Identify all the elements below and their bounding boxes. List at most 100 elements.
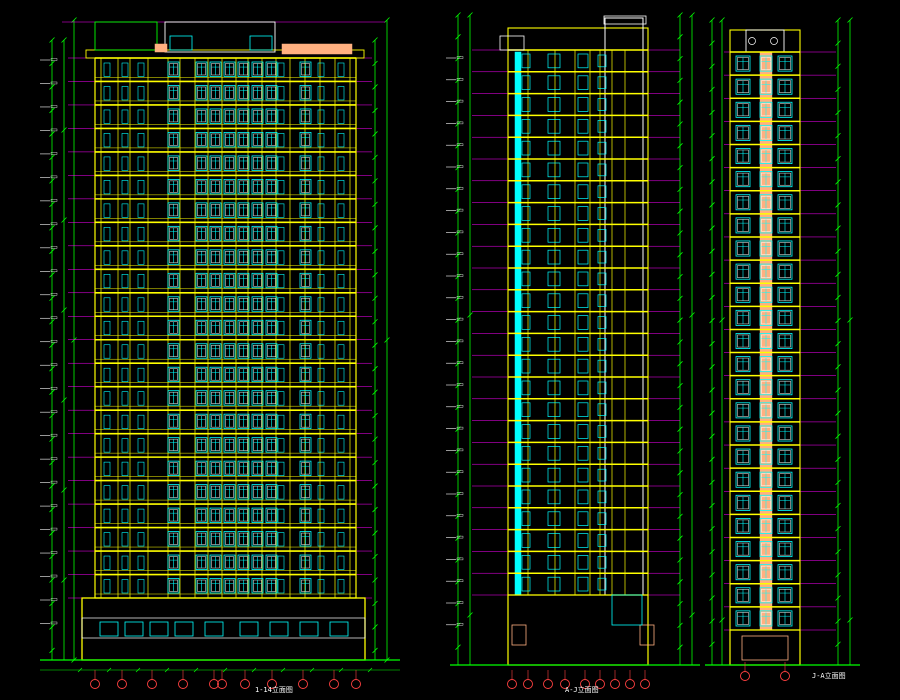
window-unit <box>237 484 250 500</box>
axis-bubble <box>640 679 650 689</box>
small-window <box>121 555 129 570</box>
small-window <box>337 109 345 124</box>
window-unit <box>223 531 236 547</box>
small-window <box>317 274 325 289</box>
window <box>577 293 589 308</box>
window <box>521 555 531 570</box>
window <box>521 271 531 287</box>
small-window <box>137 320 145 336</box>
dimension-line <box>847 17 853 665</box>
small-window <box>103 320 111 336</box>
small-window <box>317 555 325 570</box>
small-window <box>337 227 345 242</box>
window-unit <box>735 171 751 188</box>
window-unit <box>167 390 180 406</box>
window <box>547 140 561 156</box>
window-unit <box>237 343 250 359</box>
window-unit <box>777 78 793 95</box>
window <box>521 53 531 69</box>
window-unit <box>735 564 751 581</box>
window-unit <box>167 484 180 500</box>
window-unit <box>251 249 264 265</box>
small-window <box>277 320 285 336</box>
window <box>577 228 589 243</box>
window <box>577 576 589 592</box>
window-unit <box>251 85 264 101</box>
window <box>521 206 531 221</box>
small-window <box>277 203 285 218</box>
window-unit <box>735 78 751 95</box>
small-window <box>317 203 325 218</box>
window-unit <box>777 494 793 511</box>
small-window <box>121 86 129 101</box>
window <box>547 467 561 483</box>
small-window <box>121 320 129 336</box>
left-elevation-caption: 1-14立面图 <box>255 685 293 694</box>
roof-structure <box>745 29 785 53</box>
window-unit <box>251 437 264 453</box>
window-unit <box>251 343 264 359</box>
window <box>577 97 589 112</box>
window <box>521 358 531 374</box>
window <box>547 511 561 526</box>
window <box>577 380 589 396</box>
window-unit <box>223 437 236 453</box>
small-window <box>121 414 129 429</box>
window-unit <box>735 494 751 511</box>
window-unit <box>195 272 208 289</box>
small-window <box>137 274 145 289</box>
small-window <box>277 391 285 406</box>
window-unit <box>299 578 312 594</box>
axis-bubble <box>740 671 750 681</box>
small-window <box>317 297 325 312</box>
dimension-line <box>689 12 695 665</box>
small-window <box>337 532 345 547</box>
window-unit <box>209 108 222 124</box>
small-window <box>277 133 285 148</box>
small-window <box>103 180 111 195</box>
dimension-line <box>71 17 77 663</box>
axis-bubble <box>298 679 308 689</box>
small-window <box>103 133 111 148</box>
small-window <box>317 156 325 171</box>
middle-elevation <box>446 12 700 689</box>
small-window <box>277 508 285 523</box>
window-unit <box>777 217 793 234</box>
window <box>521 380 531 396</box>
window-unit <box>223 61 236 77</box>
window <box>547 293 561 308</box>
roof-ornament <box>770 37 778 45</box>
dimension-line <box>455 12 461 665</box>
window-unit <box>237 249 250 265</box>
window-unit <box>251 202 264 218</box>
window-unit <box>251 554 264 570</box>
small-window <box>277 485 285 500</box>
window-unit <box>223 225 236 242</box>
small-window <box>317 227 325 242</box>
window-unit <box>299 390 312 406</box>
window-unit <box>777 610 793 627</box>
small-window <box>277 62 285 77</box>
window-unit <box>209 132 222 148</box>
small-window <box>137 86 145 101</box>
small-window <box>337 62 345 77</box>
window-unit <box>195 366 208 383</box>
window <box>547 206 561 221</box>
window-unit <box>223 108 236 124</box>
window-unit <box>299 296 312 312</box>
small-window <box>137 250 145 265</box>
dimension-line <box>384 17 390 663</box>
small-window <box>337 367 345 382</box>
window-unit <box>777 356 793 373</box>
window-unit <box>167 296 180 312</box>
window <box>577 533 589 548</box>
small-window <box>317 438 325 453</box>
window-unit <box>167 554 180 570</box>
window-unit <box>209 413 222 430</box>
window-unit <box>265 531 278 547</box>
window-unit <box>265 554 278 570</box>
small-window <box>121 297 129 312</box>
window-unit <box>777 448 793 465</box>
small-window <box>337 133 345 148</box>
small-window <box>277 86 285 101</box>
